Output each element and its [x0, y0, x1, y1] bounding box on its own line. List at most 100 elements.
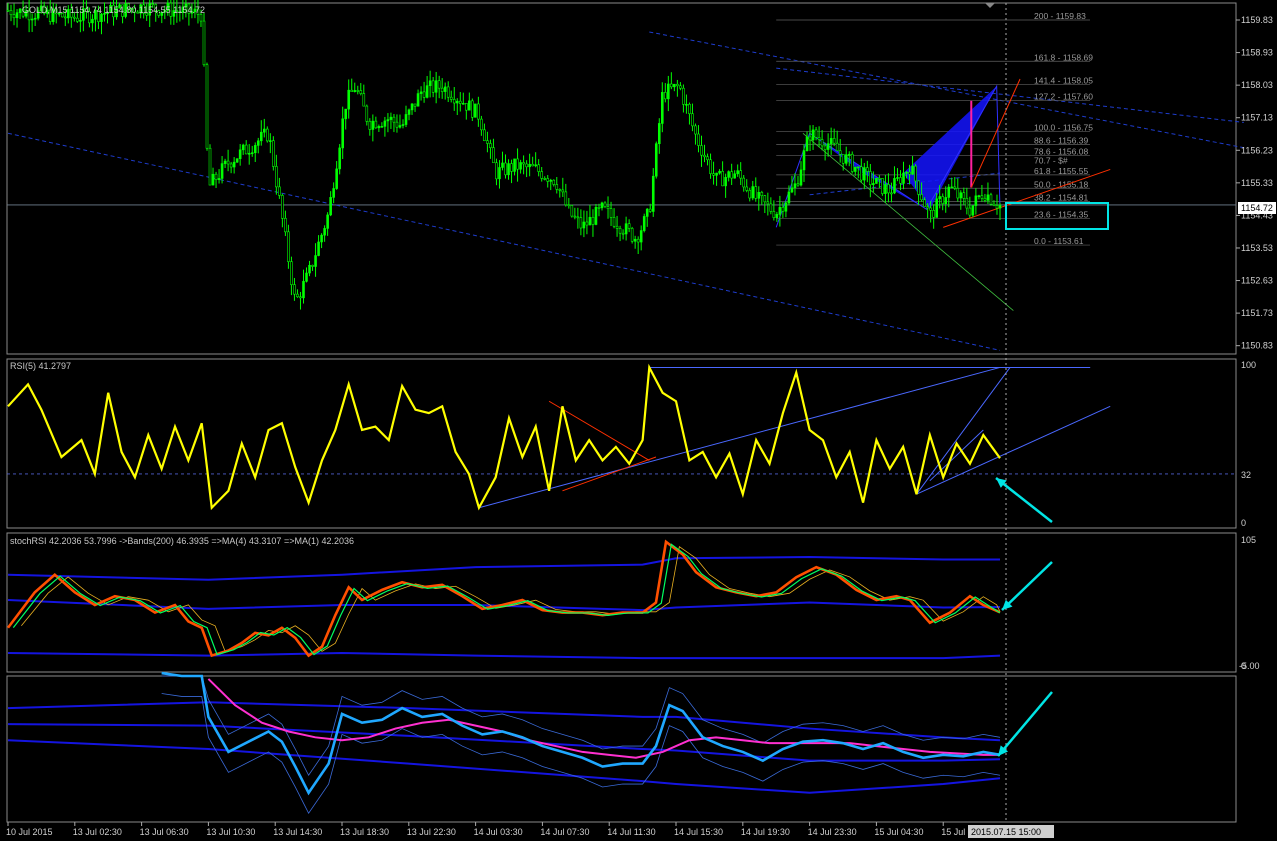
candle-body [706, 156, 709, 161]
price-tick-label: 1153.53 [1241, 243, 1273, 253]
candle-body [796, 183, 800, 186]
candle-body [483, 129, 486, 142]
candle-body [769, 203, 773, 212]
candle-body [730, 171, 733, 179]
candle-body [205, 64, 209, 149]
candle-body [579, 217, 583, 229]
candle-body [413, 103, 417, 107]
candle-body [935, 198, 938, 218]
candle-body [419, 91, 423, 94]
candle-body [860, 166, 863, 181]
candle-body [461, 102, 465, 105]
candle-body [908, 171, 911, 175]
candle-body [926, 206, 929, 209]
price-tick-label: 1159.83 [1241, 15, 1273, 25]
candle-body [582, 221, 586, 229]
fib-label: 88.6 - 1156.39 [1034, 135, 1088, 145]
candle-body [211, 173, 215, 186]
candle-body [91, 18, 94, 24]
candle-body [645, 208, 649, 217]
candle-body [832, 138, 836, 144]
candle-body [223, 160, 227, 164]
candle-body [272, 140, 275, 167]
candle-body [33, 17, 37, 20]
candle-body [778, 207, 782, 215]
candle-body [736, 170, 739, 175]
candle-body [30, 18, 34, 21]
candle-body [428, 80, 432, 86]
candle-body [332, 188, 335, 198]
candle-body [208, 147, 212, 186]
time-tick-label: 14 Jul 07:30 [540, 827, 589, 837]
candle-body [775, 214, 779, 218]
candle-body [449, 96, 453, 100]
candle-body [676, 83, 679, 87]
fib-label: 23.6 - 1154.35 [1034, 209, 1088, 219]
time-tick-label: 14 Jul 23:30 [808, 827, 857, 837]
candle-body [561, 189, 565, 193]
candle-body [654, 143, 658, 177]
candle-body [344, 108, 348, 120]
candle-body [455, 100, 459, 104]
candle-body [341, 118, 344, 149]
candle-body [989, 194, 993, 205]
candle-body [371, 120, 375, 130]
fib-label: 161.8 - 1158.69 [1034, 52, 1093, 62]
candle-body [63, 16, 67, 19]
candle-body [636, 238, 640, 243]
candle-body [697, 133, 700, 146]
candle-body [356, 90, 360, 92]
candle-body [853, 166, 857, 172]
candle-body [727, 171, 730, 178]
candle-body [576, 216, 580, 219]
candle-body [757, 192, 761, 199]
candle-body [296, 293, 299, 298]
candle-body [401, 124, 405, 126]
candle-body [452, 99, 456, 104]
candle-body [350, 89, 354, 92]
candle-body [507, 163, 510, 176]
candle-body [959, 192, 963, 199]
candle-body [724, 177, 727, 187]
candle-body [302, 281, 305, 299]
candle-body [639, 230, 643, 243]
candle-body [905, 171, 908, 174]
candle-body [377, 126, 381, 129]
candle-body [651, 175, 655, 212]
candle-body [392, 116, 396, 123]
candle-body [606, 206, 610, 209]
candle-body [281, 195, 284, 219]
rsi-tick-32: 32 [1241, 470, 1251, 480]
candle-body [817, 137, 821, 140]
candle-body [612, 217, 616, 227]
candle-body [920, 194, 923, 201]
time-tick-label: 14 Jul 19:30 [741, 827, 790, 837]
time-tick-label: 13 Jul 22:30 [407, 827, 456, 837]
candle-body [688, 103, 691, 114]
candle-body [745, 186, 749, 191]
candle-body [458, 100, 462, 104]
candle-body [872, 183, 875, 185]
candle-body [965, 198, 969, 209]
candle-body [953, 186, 957, 189]
candle-body [995, 205, 999, 209]
candle-body [495, 162, 498, 180]
candle-body [766, 201, 770, 205]
time-tick-label: 10 Jul 2015 [6, 827, 53, 837]
candle-body [278, 186, 281, 196]
candle-body [431, 80, 435, 93]
candle-body [709, 159, 712, 174]
candle-body [772, 211, 776, 218]
candle-body [805, 136, 809, 151]
candle-body [299, 296, 302, 299]
candle-body [742, 177, 746, 188]
price-tick-label: 1152.63 [1241, 276, 1273, 286]
candle-body [784, 202, 788, 212]
candle-body [220, 163, 224, 179]
main-header: GOLD,M15 1154.74 1154.80 1154.55 1154.72 [22, 5, 205, 15]
candle-body [368, 121, 372, 130]
candle-body [365, 105, 369, 122]
candle-body [633, 238, 637, 242]
candle-body [980, 195, 984, 199]
candle-body [878, 177, 881, 180]
